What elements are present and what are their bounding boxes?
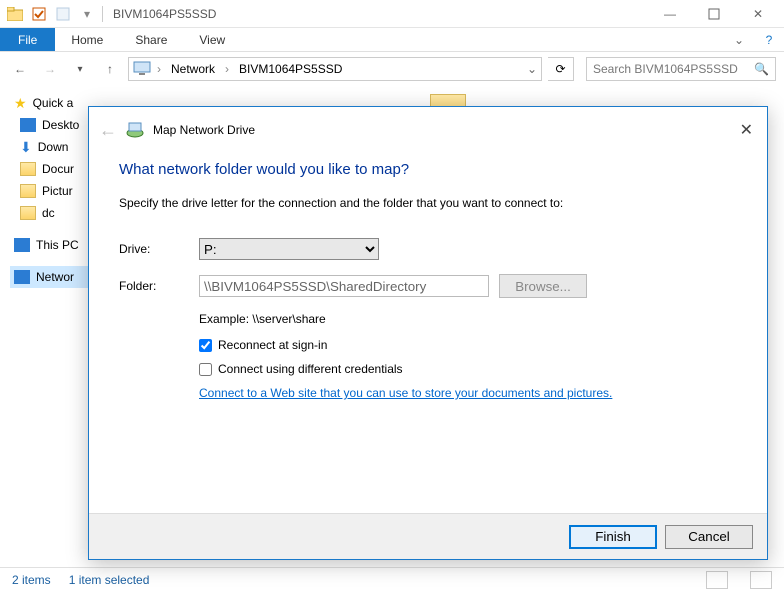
sidebar-item-label: Pictur — [42, 184, 73, 198]
drive-label: Drive: — [119, 242, 199, 256]
folder-label: Folder: — [119, 279, 199, 293]
tab-home[interactable]: Home — [55, 28, 119, 51]
pc-icon — [133, 61, 151, 77]
folder-icon — [20, 162, 36, 176]
tab-view[interactable]: View — [183, 28, 241, 51]
help-icon[interactable]: ? — [754, 28, 784, 51]
reconnect-label: Reconnect at sign-in — [218, 338, 327, 352]
qat-dropdown-icon[interactable]: ▾ — [76, 3, 98, 25]
ribbon: File Home Share View ⌄ ? — [0, 28, 784, 52]
dialog-heading: What network folder would you like to ma… — [119, 161, 737, 178]
refresh-button[interactable]: ⟳ — [548, 57, 574, 81]
ribbon-expand-icon[interactable]: ⌄ — [724, 28, 754, 51]
finish-button[interactable]: Finish — [569, 525, 657, 549]
back-button[interactable]: ← — [8, 57, 32, 81]
cancel-button[interactable]: Cancel — [665, 525, 753, 549]
dialog-close-button[interactable]: ✕ — [736, 116, 757, 144]
status-items: 2 items — [12, 573, 51, 587]
pc-icon — [14, 238, 30, 252]
star-icon: ★ — [14, 95, 27, 112]
sidebar-item-label: Networ — [36, 270, 74, 284]
folder-icon — [20, 206, 36, 220]
drive-icon — [125, 121, 145, 139]
chevron-right-icon[interactable]: › — [155, 62, 163, 76]
sidebar-item-label: Quick a — [33, 96, 74, 110]
titlebar: ▾ BIVM1064PS5SSD — ✕ — [0, 0, 784, 28]
diff-credentials-checkbox[interactable] — [199, 363, 212, 376]
view-large-button[interactable] — [750, 571, 772, 589]
browse-button[interactable]: Browse... — [499, 274, 587, 298]
address-dropdown-icon[interactable]: ⌄ — [527, 62, 537, 76]
folder-icon — [20, 184, 36, 198]
chevron-right-icon[interactable]: › — [223, 62, 231, 76]
navbar: ← → ▾ ↑ › Network › BIVM1064PS5SSD ⌄ ⟳ S… — [0, 52, 784, 86]
example-text: Example: \\server\share — [199, 312, 737, 326]
dialog-back-icon[interactable]: ← — [99, 120, 117, 141]
maximize-button[interactable] — [692, 0, 736, 28]
search-icon: 🔍 — [754, 62, 769, 76]
search-box[interactable]: Search BIVM1064PS5SSD 🔍 — [586, 57, 776, 81]
window-title: BIVM1064PS5SSD — [113, 7, 216, 21]
explorer-icon — [4, 3, 26, 25]
up-button[interactable]: ↑ — [98, 57, 122, 81]
sidebar-item-label: Down — [38, 140, 69, 154]
tab-share[interactable]: Share — [119, 28, 183, 51]
address-bar[interactable]: › Network › BIVM1064PS5SSD ⌄ — [128, 57, 542, 81]
qat-blank-icon[interactable] — [52, 3, 74, 25]
qat-checkbox-icon[interactable] — [28, 3, 50, 25]
network-icon — [14, 270, 30, 284]
download-icon: ⬇ — [20, 139, 32, 156]
minimize-button[interactable]: — — [648, 0, 692, 28]
tab-file[interactable]: File — [0, 28, 55, 51]
sidebar-item-label: This PC — [36, 238, 79, 252]
status-selected: 1 item selected — [69, 573, 150, 587]
sidebar-item-label: Docur — [42, 162, 74, 176]
recent-dropdown-icon[interactable]: ▾ — [68, 57, 92, 81]
dialog-subtext: Specify the drive letter for the connect… — [119, 196, 737, 210]
close-button[interactable]: ✕ — [736, 0, 780, 28]
reconnect-checkbox[interactable] — [199, 339, 212, 352]
search-placeholder: Search BIVM1064PS5SSD — [593, 62, 738, 76]
forward-button[interactable]: → — [38, 57, 62, 81]
map-network-drive-dialog: ← Map Network Drive ✕ What network folde… — [88, 106, 768, 560]
breadcrumb-host[interactable]: BIVM1064PS5SSD — [235, 62, 346, 76]
diff-credentials-label: Connect using different credentials — [218, 362, 403, 376]
view-details-button[interactable] — [706, 571, 728, 589]
dialog-title: Map Network Drive — [153, 123, 255, 137]
drive-select[interactable]: P: — [199, 238, 379, 260]
connect-website-link[interactable]: Connect to a Web site that you can use t… — [199, 386, 737, 400]
sidebar-item-label: dc — [42, 206, 55, 220]
folder-input[interactable] — [199, 275, 489, 297]
statusbar: 2 items 1 item selected — [0, 567, 784, 591]
desktop-icon — [20, 118, 36, 132]
breadcrumb-network[interactable]: Network — [167, 62, 219, 76]
sidebar-item-label: Deskto — [42, 118, 79, 132]
